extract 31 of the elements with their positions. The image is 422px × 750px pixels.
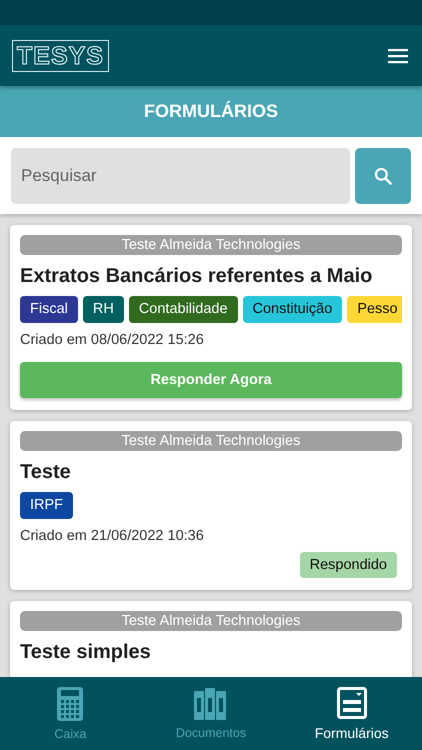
page-title: FORMULÁRIOS: [0, 86, 422, 137]
form-card[interactable]: Teste Almeida Technologies Teste IRPF Criado em 21/06/2022 10:36 Respondido: [10, 421, 412, 590]
calculator-icon: [57, 686, 84, 720]
tag: Pesso: [347, 296, 402, 323]
created-date: Criado em 21/06/2022 10:36: [20, 528, 205, 544]
tag: Fiscal: [20, 296, 78, 323]
search-button[interactable]: [355, 148, 411, 204]
nav-label: Documentos: [176, 726, 246, 740]
company-label: Teste Almeida Technologies: [20, 611, 402, 631]
form-title: Teste: [20, 461, 72, 484]
binders-icon: [194, 688, 228, 720]
search-icon: [373, 166, 393, 186]
logo: TESYS: [12, 40, 109, 72]
form-icon: [336, 686, 367, 718]
search-field[interactable]: Pesquisar: [11, 148, 350, 204]
nav-label: Caixa: [54, 726, 86, 740]
form-card[interactable]: Teste Almeida Technologies Teste simples: [10, 601, 412, 677]
form-title: Extratos Bancários referentes a Maio: [20, 265, 374, 288]
nav-tab[interactable]: Formulários: [281, 677, 422, 750]
company-label: Teste Almeida Technologies: [20, 235, 402, 255]
menu-icon[interactable]: [388, 48, 408, 64]
answered-badge: Respondido: [300, 552, 397, 578]
nav-label: Formulários: [314, 724, 389, 740]
form-card[interactable]: Teste Almeida Technologies Extratos Bancários referentes a Maio Fiscal RH Contabilidade Constituição Pesso Criado em 08/06/2022 15:26 Responder Agora: [10, 225, 412, 410]
form-title: Teste simples: [20, 641, 152, 664]
tag: RH: [82, 296, 124, 323]
tag: Constituição: [242, 296, 342, 323]
company-label: Teste Almeida Technologies: [20, 431, 402, 451]
tag: IRPF: [20, 492, 74, 519]
tag: Contabilidade: [128, 296, 238, 323]
created-date: Criado em 08/06/2022 15:26: [20, 332, 205, 348]
